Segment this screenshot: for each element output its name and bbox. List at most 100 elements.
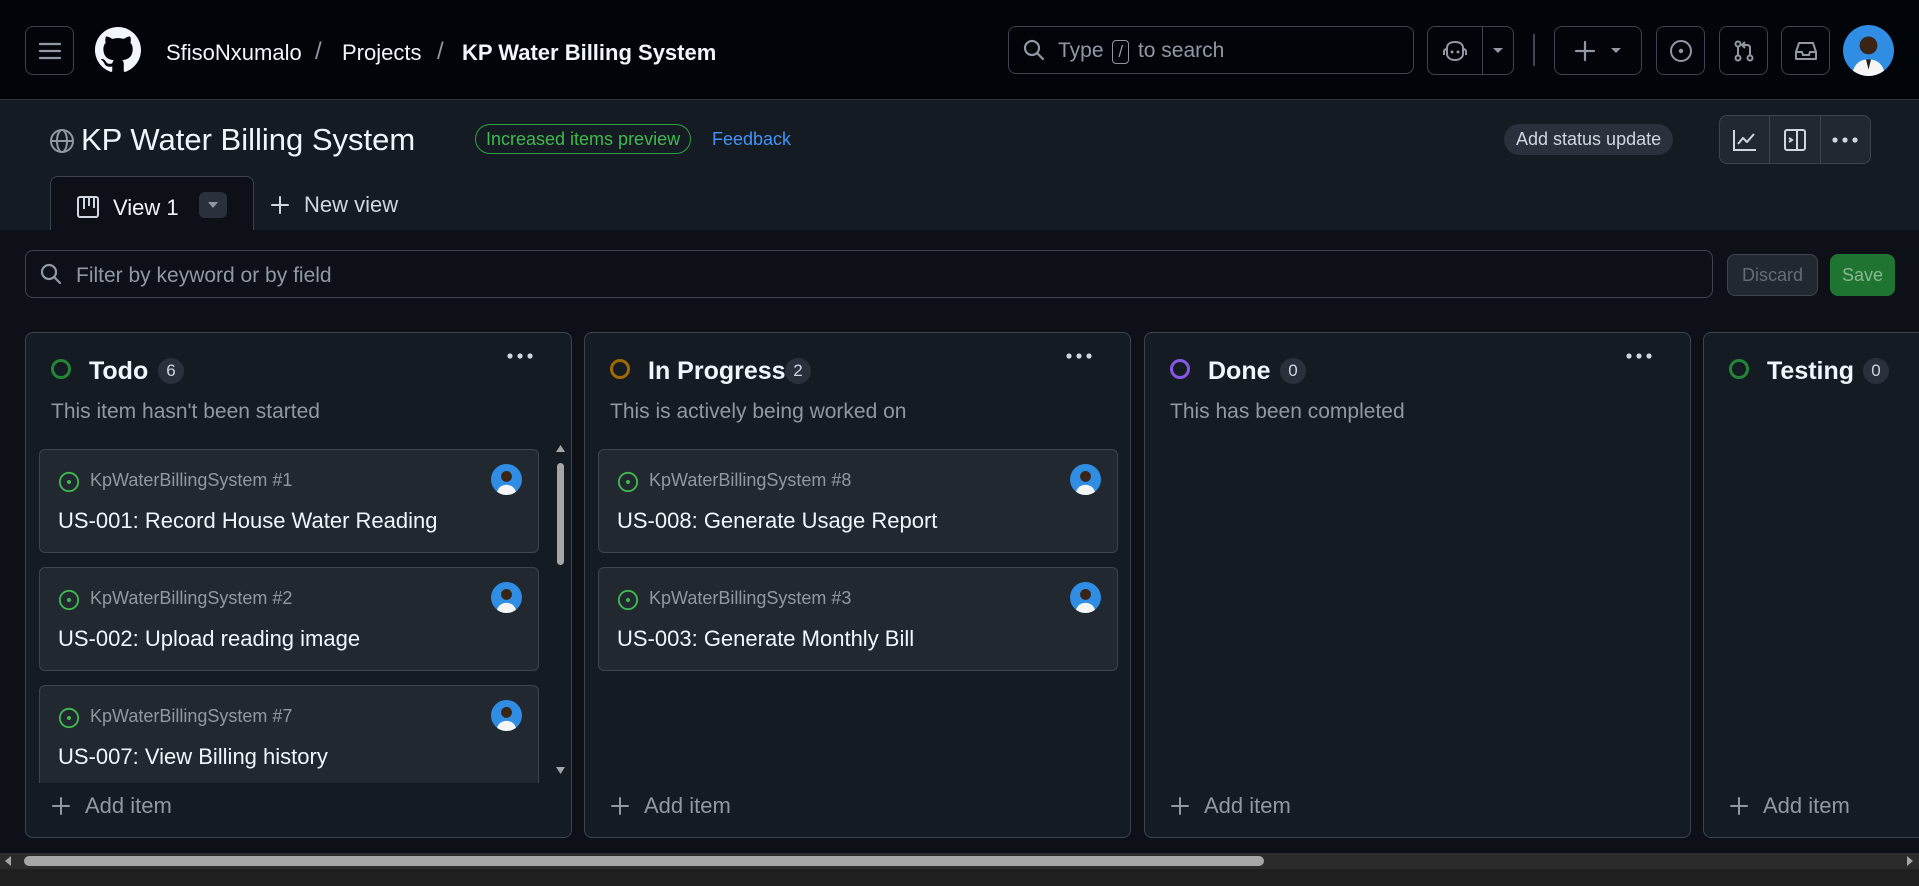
triangle-down-icon — [208, 202, 218, 208]
copilot-button[interactable] — [1427, 26, 1514, 75]
card-repo[interactable]: KpWaterBillingSystem #8 — [649, 470, 851, 491]
assignee-avatar[interactable] — [1070, 464, 1101, 495]
globe-icon — [50, 129, 74, 153]
column-menu-icon[interactable] — [507, 353, 533, 359]
save-button[interactable]: Save — [1830, 254, 1895, 296]
project-title[interactable]: KP Water Billing System — [81, 122, 415, 158]
breadcrumb-owner[interactable]: SfisoNxumalo — [166, 40, 302, 66]
search-prefix: Type — [1058, 39, 1104, 62]
tab-view-1[interactable]: View 1 — [50, 176, 254, 232]
issue-opened-icon — [58, 707, 80, 729]
search-shortcut-key: / — [1112, 40, 1130, 64]
column-menu-icon[interactable] — [1066, 353, 1092, 359]
view-options-button[interactable] — [199, 192, 227, 218]
more-options-button[interactable] — [1821, 116, 1870, 163]
card-repo[interactable]: KpWaterBillingSystem #3 — [649, 588, 851, 609]
menu-button[interactable] — [25, 26, 74, 75]
card-list: KpWaterBillingSystem #1 US-001: Record H… — [26, 437, 551, 783]
new-view-button[interactable]: New view — [270, 192, 398, 218]
breadcrumb-separator: / — [437, 38, 444, 65]
insights-button[interactable] — [1720, 116, 1771, 163]
chevron-down-icon — [1493, 47, 1503, 53]
search-suffix: to search — [1137, 39, 1225, 62]
os-taskbar — [0, 869, 1919, 886]
pull-requests-button[interactable] — [1719, 26, 1768, 75]
github-logo-icon[interactable] — [95, 27, 141, 73]
scroll-left-icon[interactable] — [3, 855, 13, 867]
new-view-label: New view — [304, 192, 399, 217]
card-title[interactable]: US-001: Record House Water Reading — [58, 508, 437, 534]
issue-card[interactable]: KpWaterBillingSystem #1 US-001: Record H… — [39, 449, 539, 553]
assignee-avatar[interactable] — [491, 582, 522, 613]
kebab-horizontal-icon — [1832, 136, 1858, 143]
scroll-right-icon[interactable] — [1905, 855, 1915, 867]
create-new-button[interactable] — [1554, 26, 1642, 75]
project-toolbar — [1719, 115, 1871, 164]
graph-icon — [1732, 129, 1756, 151]
issue-card[interactable]: KpWaterBillingSystem #7 US-007: View Bil… — [39, 685, 539, 783]
column-testing: Testing 0 Add item — [1703, 332, 1919, 838]
add-item-label: Add item — [644, 793, 731, 818]
add-item-label: Add item — [1763, 793, 1850, 818]
column-description: This has been completed — [1170, 400, 1405, 423]
filter-input[interactable]: Filter by keyword or by field — [25, 250, 1713, 298]
issue-card[interactable]: KpWaterBillingSystem #8 US-008: Generate… — [598, 449, 1118, 553]
add-status-update-button[interactable]: Add status update — [1504, 124, 1674, 155]
plus-icon — [611, 797, 629, 815]
plus-icon — [271, 196, 289, 214]
issue-card[interactable]: KpWaterBillingSystem #3 US-003: Generate… — [598, 567, 1118, 671]
side-panel-button[interactable] — [1770, 116, 1821, 163]
add-item-button[interactable]: Add item — [1170, 793, 1291, 819]
board-layout-icon — [77, 196, 99, 218]
card-title[interactable]: US-002: Upload reading image — [58, 626, 360, 652]
card-repo[interactable]: KpWaterBillingSystem #7 — [90, 706, 292, 727]
hamburger-icon — [38, 42, 61, 59]
column-menu-icon[interactable] — [1626, 353, 1652, 359]
column-title: Todo — [89, 357, 149, 385]
discard-button[interactable]: Discard — [1727, 254, 1818, 296]
plus-icon — [52, 797, 70, 815]
user-avatar[interactable] — [1843, 25, 1894, 76]
preview-badge[interactable]: Increased items preview — [475, 124, 692, 154]
card-repo[interactable]: KpWaterBillingSystem #2 — [90, 588, 292, 609]
card-title[interactable]: US-003: Generate Monthly Bill — [617, 626, 914, 652]
status-testing-icon — [1729, 359, 1749, 379]
breadcrumb-separator: / — [315, 38, 322, 65]
column-count: 0 — [1280, 358, 1306, 384]
column-title: Testing — [1767, 357, 1855, 385]
column-scrollbar[interactable] — [553, 441, 568, 778]
status-todo-icon — [51, 359, 71, 379]
column-description: This item hasn't been started — [51, 400, 320, 423]
column-todo: Todo 6 This item hasn't been started KpW… — [25, 332, 572, 838]
assignee-avatar[interactable] — [491, 464, 522, 495]
sidebar-icon — [1783, 128, 1806, 151]
plus-icon — [1730, 797, 1748, 815]
column-description: This is actively being worked on — [610, 400, 907, 423]
search-input[interactable]: Type / to search — [1008, 26, 1414, 74]
inbox-button[interactable] — [1781, 26, 1830, 75]
assignee-avatar[interactable] — [1070, 582, 1101, 613]
issue-opened-icon — [617, 471, 639, 493]
feedback-link[interactable]: Feedback — [712, 129, 791, 150]
add-item-label: Add item — [85, 793, 172, 818]
assignee-avatar[interactable] — [491, 700, 522, 731]
breadcrumb-projects[interactable]: Projects — [342, 40, 421, 66]
add-item-button[interactable]: Add item — [610, 793, 731, 819]
breadcrumb-project[interactable]: KP Water Billing System — [462, 40, 716, 66]
column-title: In Progress — [648, 357, 786, 385]
column-count: 2 — [785, 358, 811, 384]
issues-button[interactable] — [1656, 26, 1705, 75]
plus-icon — [1574, 40, 1596, 61]
tab-label: View 1 — [113, 195, 179, 220]
add-item-label: Add item — [1204, 793, 1291, 818]
add-item-button[interactable]: Add item — [51, 793, 172, 819]
card-title[interactable]: US-007: View Billing history — [58, 744, 328, 770]
card-repo[interactable]: KpWaterBillingSystem #1 — [90, 470, 292, 491]
column-in-progress: In Progress 2 This is actively being wor… — [584, 332, 1131, 838]
inbox-icon — [1794, 41, 1817, 60]
horizontal-scrollbar-thumb[interactable] — [24, 856, 1264, 866]
pull-request-icon — [1734, 40, 1753, 61]
add-item-button[interactable]: Add item — [1729, 793, 1850, 819]
card-title[interactable]: US-008: Generate Usage Report — [617, 508, 937, 534]
issue-card[interactable]: KpWaterBillingSystem #2 US-002: Upload r… — [39, 567, 539, 671]
